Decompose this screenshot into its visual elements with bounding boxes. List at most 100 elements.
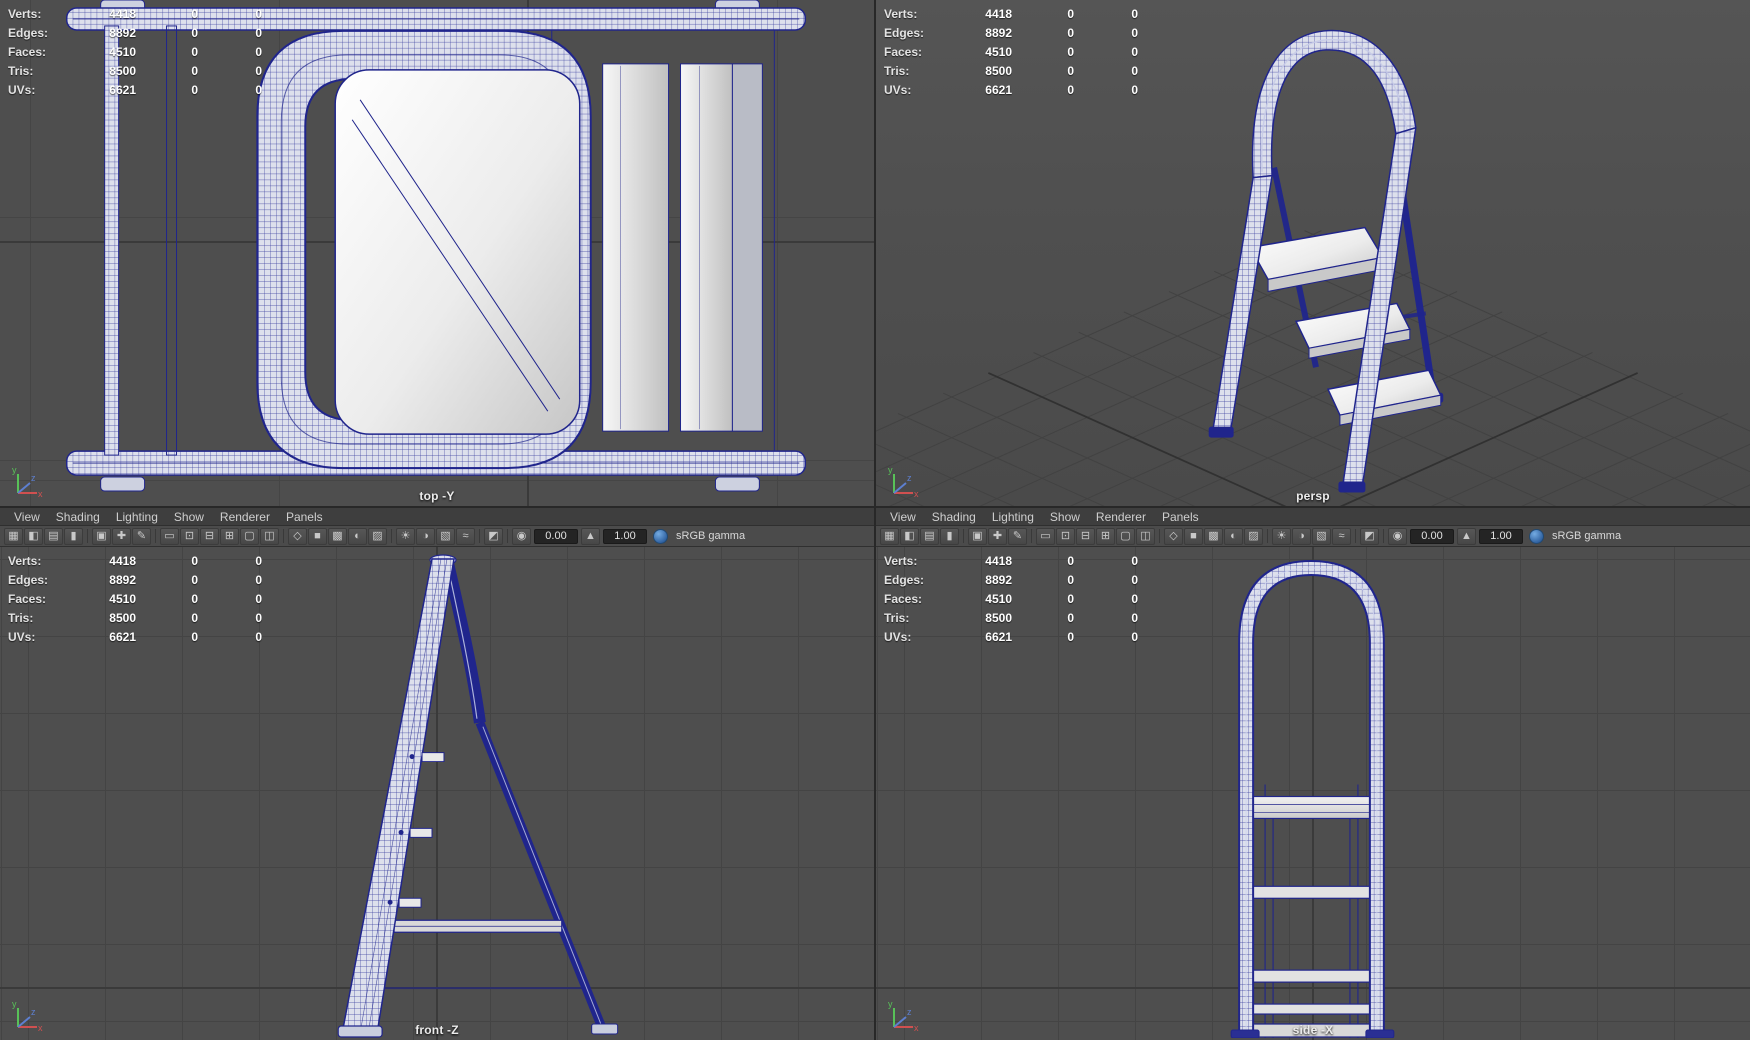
default-material-icon[interactable]: ◐ <box>1224 527 1243 545</box>
camera-attributes-icon[interactable]: ▤ <box>920 527 939 545</box>
stat-label: Edges: <box>884 25 925 40</box>
stat-row: Verts: 4418 0 0 <box>8 4 262 23</box>
2d-pan-zoom-icon[interactable]: ✚ <box>988 527 1007 545</box>
menu-shading[interactable]: Shading <box>924 509 984 525</box>
poly-count-hud: Verts: 4418 0 0 Edges: 8892 0 0 Faces: 4510 0 0 Tris… <box>8 551 262 646</box>
image-plane-icon[interactable]: ▣ <box>968 527 987 545</box>
motion-blur-icon[interactable]: ≈ <box>1332 527 1351 545</box>
occlusion-icon[interactable]: ▧ <box>1312 527 1331 545</box>
occlusion-icon[interactable]: ▧ <box>436 527 455 545</box>
menu-lighting[interactable]: Lighting <box>108 509 166 525</box>
stat-col2: 0 <box>255 82 262 97</box>
stat-value: 8500 <box>985 610 1012 625</box>
gate-mask-icon[interactable]: ⊟ <box>1076 527 1095 545</box>
viewport-side[interactable]: Verts: 4418 0 0 Edges: 8892 0 0 Faces: 4510 0 0 Tris… <box>876 547 1750 1040</box>
grease-pencil-icon[interactable]: ✎ <box>1008 527 1027 545</box>
stat-row: Faces: 4510 0 0 <box>8 589 262 608</box>
exposure-field[interactable]: 0.00 <box>534 528 578 544</box>
wireframe-display-icon[interactable]: ◇ <box>1164 527 1183 545</box>
stat-label: UVs: <box>884 82 912 97</box>
film-gate-icon[interactable]: ▭ <box>160 527 179 545</box>
shadows-icon[interactable]: ◑ <box>416 527 435 545</box>
viewport-label-front: front -Z <box>415 1023 459 1037</box>
xray-icon[interactable]: ▨ <box>1244 527 1263 545</box>
menu-shading[interactable]: Shading <box>48 509 108 525</box>
stat-value: 4510 <box>985 44 1012 59</box>
stat-col2: 0 <box>1131 572 1138 587</box>
menu-view[interactable]: View <box>882 509 924 525</box>
exposure-field[interactable]: 0.00 <box>1410 528 1454 544</box>
motion-blur-icon[interactable]: ≈ <box>456 527 475 545</box>
stat-col1: 0 <box>191 610 198 625</box>
toolbar-separator <box>283 529 284 543</box>
grease-pencil-icon[interactable]: ✎ <box>132 527 151 545</box>
stat-col1: 0 <box>1067 591 1074 606</box>
toolbar-separator <box>1355 529 1356 543</box>
image-plane-icon[interactable]: ▣ <box>92 527 111 545</box>
menu-panels[interactable]: Panels <box>1154 509 1207 525</box>
lights-icon[interactable]: ☀ <box>1272 527 1291 545</box>
field-chart-icon[interactable]: ⊞ <box>1096 527 1115 545</box>
gate-mask-icon[interactable]: ⊟ <box>200 527 219 545</box>
stat-row: UVs: 6621 0 0 <box>884 627 1138 646</box>
gamma-icon[interactable]: ▲ <box>581 527 600 545</box>
color-management-icon[interactable] <box>1529 528 1544 544</box>
xray-icon[interactable]: ▨ <box>368 527 387 545</box>
safe-title-icon[interactable]: ◫ <box>260 527 279 545</box>
2d-pan-zoom-icon[interactable]: ✚ <box>112 527 131 545</box>
isolate-select-icon[interactable]: ◩ <box>1360 527 1379 545</box>
camera-attributes-icon[interactable]: ▤ <box>44 527 63 545</box>
viewport-persp[interactable]: Verts: 4418 0 0 Edges: 8892 0 0 Faces: 4510 0 0 Tris… <box>876 0 1750 506</box>
stat-row: Edges: 8892 0 0 <box>8 23 262 42</box>
panel-toolbar: ▦ ◧ ▤ ▮ ▣ ✚ ✎ ▭ ⊡ ⊟ ⊞ ▢ ◫ ◇ ■ ▩ ◐ ▨ ☀ ◑ ▧ ≈ ◩ ◉ 0.00 ▲ 1.00 sRGB ga… <box>0 526 874 547</box>
stat-col1: 0 <box>191 572 198 587</box>
safe-action-icon[interactable]: ▢ <box>1116 527 1135 545</box>
exposure-icon[interactable]: ◉ <box>1388 527 1407 545</box>
maya-four-view-layout: Verts: 4418 0 0 Edges: 8892 0 0 Faces: 4510 0 0 Tris… <box>0 0 1750 1040</box>
menu-panels[interactable]: Panels <box>278 509 331 525</box>
viewport-top[interactable]: Verts: 4418 0 0 Edges: 8892 0 0 Faces: 4510 0 0 Tris… <box>0 0 874 506</box>
textured-display-icon[interactable]: ▩ <box>1204 527 1223 545</box>
stat-label: Edges: <box>8 572 49 587</box>
panel-toolbar: ▦ ◧ ▤ ▮ ▣ ✚ ✎ ▭ ⊡ ⊟ ⊞ ▢ ◫ ◇ ■ ▩ ◐ ▨ ☀ ◑ ▧ ≈ ◩ ◉ 0.00 ▲ 1.00 sRGB ga… <box>876 526 1750 547</box>
select-camera-icon[interactable]: ▦ <box>4 527 23 545</box>
svg-text:y: y <box>12 465 17 475</box>
shadows-icon[interactable]: ◑ <box>1292 527 1311 545</box>
bookmark-icon[interactable]: ▮ <box>940 527 959 545</box>
lock-camera-icon[interactable]: ◧ <box>24 527 43 545</box>
wireframe-display-icon[interactable]: ◇ <box>288 527 307 545</box>
gamma-field[interactable]: 1.00 <box>1479 528 1523 544</box>
toolbar-separator <box>1031 529 1032 543</box>
isolate-select-icon[interactable]: ◩ <box>484 527 503 545</box>
field-chart-icon[interactable]: ⊞ <box>220 527 239 545</box>
shaded-display-icon[interactable]: ■ <box>1184 527 1203 545</box>
menu-show[interactable]: Show <box>166 509 212 525</box>
menu-renderer[interactable]: Renderer <box>1088 509 1154 525</box>
menu-show[interactable]: Show <box>1042 509 1088 525</box>
shaded-display-icon[interactable]: ■ <box>308 527 327 545</box>
menu-lighting[interactable]: Lighting <box>984 509 1042 525</box>
resolution-gate-icon[interactable]: ⊡ <box>180 527 199 545</box>
menu-renderer[interactable]: Renderer <box>212 509 278 525</box>
stat-value: 4510 <box>109 44 136 59</box>
safe-title-icon[interactable]: ◫ <box>1136 527 1155 545</box>
stat-label: Faces: <box>884 591 923 606</box>
gamma-field[interactable]: 1.00 <box>603 528 647 544</box>
bookmark-icon[interactable]: ▮ <box>64 527 83 545</box>
stat-value: 4510 <box>985 591 1012 606</box>
resolution-gate-icon[interactable]: ⊡ <box>1056 527 1075 545</box>
svg-text:z: z <box>31 1007 36 1017</box>
select-camera-icon[interactable]: ▦ <box>880 527 899 545</box>
toolbar-separator <box>1159 529 1160 543</box>
exposure-icon[interactable]: ◉ <box>512 527 531 545</box>
film-gate-icon[interactable]: ▭ <box>1036 527 1055 545</box>
textured-display-icon[interactable]: ▩ <box>328 527 347 545</box>
color-management-icon[interactable] <box>653 528 668 544</box>
lock-camera-icon[interactable]: ◧ <box>900 527 919 545</box>
menu-view[interactable]: View <box>6 509 48 525</box>
default-material-icon[interactable]: ◐ <box>348 527 367 545</box>
gamma-icon[interactable]: ▲ <box>1457 527 1476 545</box>
lights-icon[interactable]: ☀ <box>396 527 415 545</box>
safe-action-icon[interactable]: ▢ <box>240 527 259 545</box>
viewport-front[interactable]: Verts: 4418 0 0 Edges: 8892 0 0 Faces: 4510 0 0 Tris… <box>0 547 874 1040</box>
